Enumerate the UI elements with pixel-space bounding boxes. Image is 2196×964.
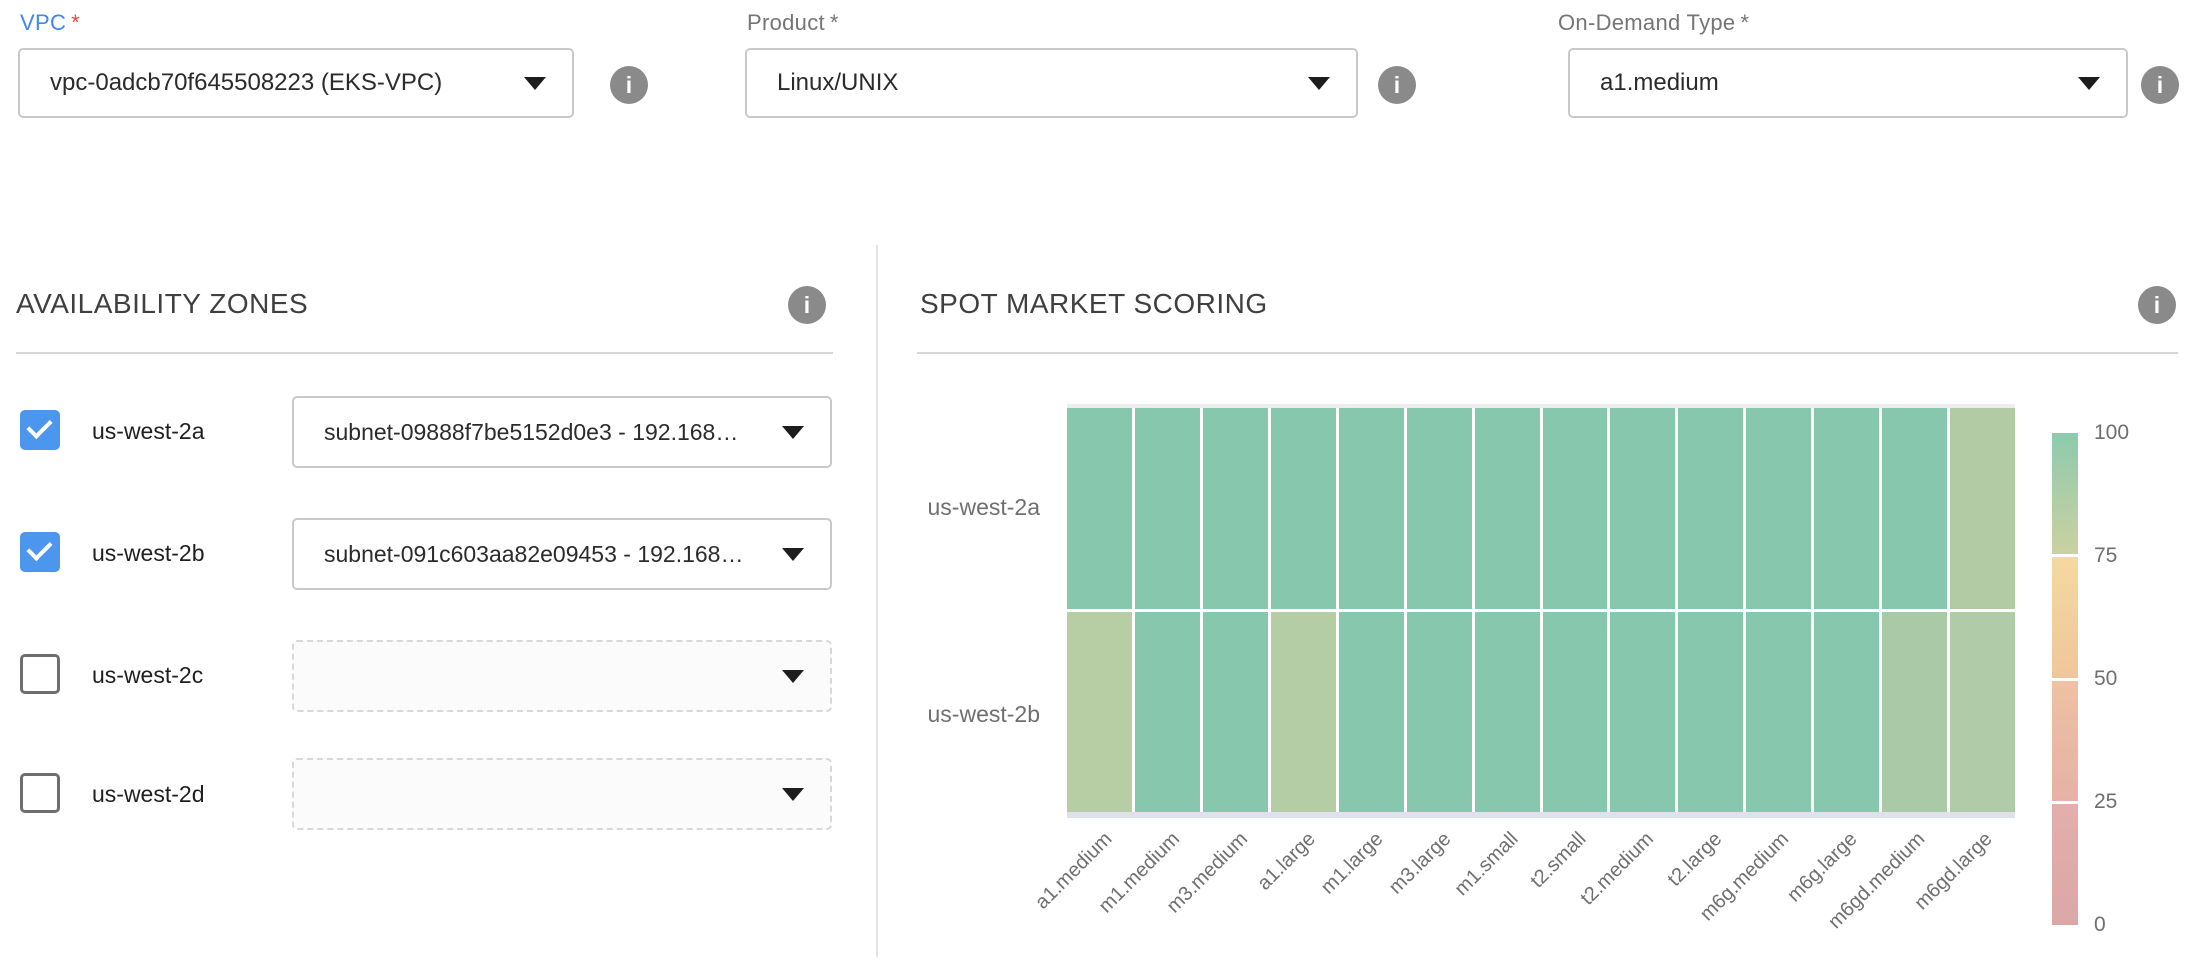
- heatmap-cell-us-west-2b-m3.medium[interactable]: [1203, 612, 1268, 813]
- az-zone-label: us-west-2d: [92, 781, 204, 808]
- az-zone-label: us-west-2c: [92, 662, 203, 689]
- az-subnet-select-us-west-2a[interactable]: subnet-09888f7be5152d0e3 - 192.168…: [292, 396, 832, 468]
- az-zone-label: us-west-2b: [92, 540, 204, 567]
- product-select[interactable]: Linux/UNIX: [745, 48, 1358, 118]
- vpc-select[interactable]: vpc-0adcb70f645508223 (EKS-VPC): [18, 48, 574, 118]
- az-subnet-select-us-west-2b[interactable]: subnet-091c603aa82e09453 - 192.168…: [292, 518, 832, 590]
- product-required-asterisk: *: [830, 10, 839, 35]
- availability-zones-info-icon[interactable]: i: [788, 286, 826, 324]
- chevron-down-icon: [1308, 77, 1330, 90]
- az-checkbox-us-west-2b[interactable]: [20, 532, 60, 572]
- heatmap-cell-us-west-2a-m3.medium[interactable]: [1203, 408, 1268, 609]
- colorbar-tick: 50: [2094, 667, 2117, 691]
- heatmap-cell-us-west-2b-m6gd.large[interactable]: [1950, 612, 2015, 813]
- heatmap-cell-us-west-2b-a1.large[interactable]: [1271, 612, 1336, 813]
- heatmap-col-label: t2.medium: [1577, 828, 1659, 910]
- product-label: Product*: [747, 10, 839, 36]
- heatmap-cell-us-west-2b-m6g.large[interactable]: [1814, 612, 1879, 813]
- vpc-label-text: VPC: [20, 10, 66, 35]
- product-select-value: Linux/UNIX: [777, 69, 1294, 97]
- on-demand-type-info-icon[interactable]: i: [2141, 66, 2179, 104]
- spot-instance-config-screen: VPC* vpc-0adcb70f645508223 (EKS-VPC) i P…: [0, 0, 2196, 964]
- heatmap-col-label: a1.large: [1253, 828, 1320, 895]
- heatmap-cell-us-west-2a-t2.medium[interactable]: [1610, 408, 1675, 609]
- heatmap-cell-us-west-2b-t2.large[interactable]: [1678, 612, 1743, 813]
- chevron-down-icon: [524, 77, 546, 90]
- availability-zones-title: AVAILABILITY ZONES: [16, 288, 308, 320]
- section-divider: [876, 245, 878, 957]
- chevron-down-icon: [2078, 77, 2100, 90]
- heatmap-cell-us-west-2a-m3.large[interactable]: [1407, 408, 1472, 609]
- heatmap-cell-us-west-2b-t2.medium[interactable]: [1610, 612, 1675, 813]
- heatmap-row-labels: us-west-2aus-west-2b: [880, 404, 1040, 818]
- heatmap-cell-us-west-2b-m1.medium[interactable]: [1135, 612, 1200, 813]
- spot-market-scoring-title: SPOT MARKET SCORING: [920, 288, 1268, 320]
- on-demand-type-label: On-Demand Type*: [1558, 10, 1749, 36]
- on-demand-type-select[interactable]: a1.medium: [1568, 48, 2128, 118]
- heatmap-cell-us-west-2b-m3.large[interactable]: [1407, 612, 1472, 813]
- heatmap-cell-us-west-2a-m1.large[interactable]: [1339, 408, 1404, 609]
- heatmap-cell-us-west-2a-t2.small[interactable]: [1543, 408, 1608, 609]
- colorbar-segment: [2052, 557, 2078, 678]
- product-info-icon[interactable]: i: [1378, 66, 1416, 104]
- az-subnet-value: subnet-09888f7be5152d0e3 - 192.168…: [324, 419, 768, 446]
- vpc-info-icon[interactable]: i: [610, 66, 648, 104]
- heatmap-cell-us-west-2a-m1.small[interactable]: [1475, 408, 1540, 609]
- heatmap-cell-us-west-2b-m1.large[interactable]: [1339, 612, 1404, 813]
- heatmap-grid: [1067, 408, 2015, 812]
- heatmap-cell-us-west-2a-t2.large[interactable]: [1678, 408, 1743, 609]
- on-demand-required-asterisk: *: [1740, 10, 1749, 35]
- heatmap-row-label: us-west-2b: [880, 611, 1040, 818]
- az-checkbox-us-west-2d[interactable]: [20, 773, 60, 813]
- heatmap-cell-us-west-2b-t2.small[interactable]: [1543, 612, 1608, 813]
- heatmap-col-label: m1.large: [1317, 828, 1388, 899]
- heatmap-plot: [1067, 404, 2015, 818]
- az-zone-label: us-west-2a: [92, 418, 204, 445]
- heatmap-col-labels: a1.mediumm1.mediumm3.mediuma1.largem1.la…: [1067, 828, 2015, 964]
- vpc-label: VPC*: [20, 10, 80, 36]
- colorbar-tick: 75: [2094, 544, 2117, 568]
- az-checkbox-us-west-2c[interactable]: [20, 654, 60, 694]
- spot-market-scoring-info-icon[interactable]: i: [2138, 286, 2176, 324]
- heatmap-colorbar: [2052, 433, 2078, 925]
- availability-zones-divider: [16, 352, 833, 354]
- vpc-select-value: vpc-0adcb70f645508223 (EKS-VPC): [50, 69, 510, 97]
- product-label-text: Product: [747, 10, 825, 35]
- heatmap-cell-us-west-2a-m6gd.medium[interactable]: [1882, 408, 1947, 609]
- heatmap-cell-us-west-2a-m6g.large[interactable]: [1814, 408, 1879, 609]
- colorbar-tick: 25: [2094, 790, 2117, 814]
- heatmap-cell-us-west-2b-m1.small[interactable]: [1475, 612, 1540, 813]
- heatmap-cell-us-west-2a-m6g.medium[interactable]: [1746, 408, 1811, 609]
- chevron-down-icon: [782, 426, 804, 439]
- chevron-down-icon: [782, 548, 804, 561]
- heatmap-cell-us-west-2b-m6gd.medium[interactable]: [1882, 612, 1947, 813]
- chevron-down-icon: [782, 788, 804, 801]
- colorbar-tick: 0: [2094, 913, 2106, 937]
- chevron-down-icon: [782, 670, 804, 683]
- az-checkbox-us-west-2a[interactable]: [20, 410, 60, 450]
- spot-market-scoring-divider: [917, 352, 2178, 354]
- colorbar-segment: [2052, 433, 2078, 554]
- heatmap-cell-us-west-2a-m1.medium[interactable]: [1135, 408, 1200, 609]
- colorbar-tick: 100: [2094, 421, 2129, 445]
- heatmap-cell-us-west-2a-m6gd.large[interactable]: [1950, 408, 2015, 609]
- heatmap-col-label: t2.large: [1663, 828, 1726, 891]
- colorbar-segment: [2052, 681, 2078, 802]
- on-demand-type-select-value: a1.medium: [1600, 69, 2064, 97]
- heatmap-col-label: t2.small: [1526, 828, 1591, 893]
- heatmap-cell-us-west-2a-a1.medium[interactable]: [1067, 408, 1132, 609]
- colorbar-segment: [2052, 804, 2078, 925]
- heatmap-cell-us-west-2a-a1.large[interactable]: [1271, 408, 1336, 609]
- heatmap-cell-us-west-2b-m6g.medium[interactable]: [1746, 612, 1811, 813]
- on-demand-type-label-text: On-Demand Type: [1558, 10, 1735, 35]
- az-subnet-value: subnet-091c603aa82e09453 - 192.168…: [324, 541, 768, 568]
- az-subnet-select-us-west-2c[interactable]: [292, 640, 832, 712]
- heatmap-row-label: us-west-2a: [880, 404, 1040, 611]
- vpc-required-asterisk: *: [71, 10, 80, 35]
- az-subnet-select-us-west-2d[interactable]: [292, 758, 832, 830]
- heatmap-cell-us-west-2b-a1.medium[interactable]: [1067, 612, 1132, 813]
- heatmap-col-label: m3.large: [1384, 828, 1455, 899]
- heatmap-colorbar-ticks: 1007550250: [2094, 433, 2174, 925]
- heatmap-col-label: m1.small: [1451, 828, 1524, 901]
